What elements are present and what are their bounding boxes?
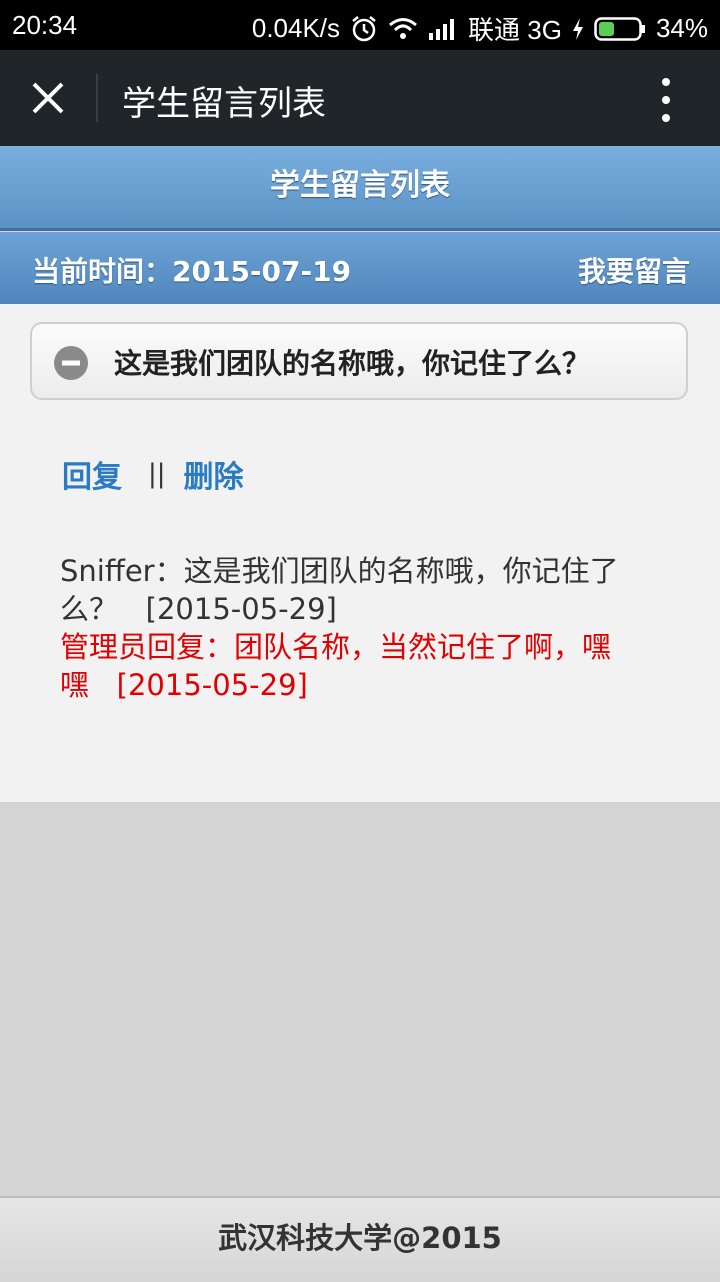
titlebar-divider — [96, 74, 98, 122]
alarm-icon — [350, 15, 378, 43]
signal-icon — [428, 17, 458, 41]
admin-reply-label: 管理员回复 — [60, 630, 206, 664]
browser-titlebar: 学生留言列表 — [0, 50, 720, 146]
admin-reply: 管理员回复：团队名称，当然记住了啊，嘿嘿 [2015-05-29] — [60, 628, 650, 704]
charging-icon — [572, 17, 584, 41]
status-bar: 20:34 0.04K/s 联通 3G 34% — [0, 0, 720, 50]
battery-percent: 34% — [655, 13, 708, 43]
browser-title: 学生留言列表 — [122, 84, 326, 124]
carrier: 联通 3G — [468, 15, 562, 45]
message-author: Sniffer — [60, 554, 155, 588]
message-collapsible-header[interactable]: 这是我们团队的名称哦，你记住了么？ — [30, 322, 688, 400]
status-right: 0.04K/s 联通 3G 34% — [252, 10, 708, 47]
message-heading: 这是我们团队的名称哦，你记住了么？ — [114, 347, 591, 380]
message-content: 这是我们团队的名称哦，你记住了么？ 回复 || 删除 Sniffer：这是我们团… — [0, 304, 720, 802]
battery-icon — [594, 16, 646, 42]
action-separator: || — [148, 459, 166, 489]
network-speed: 0.04K/s — [251, 13, 341, 43]
current-date: 当前时间：2015-07-19 — [32, 255, 352, 288]
message-body: Sniffer：这是我们团队的名称哦，你记住了么？ [2015-05-29] 管… — [60, 552, 650, 704]
wifi-icon — [388, 17, 418, 41]
message-date: [2015-05-29] — [145, 592, 337, 626]
close-icon[interactable] — [28, 78, 68, 118]
status-time: 20:34 — [12, 10, 78, 40]
info-bar: 当前时间：2015-07-19 我要留言 — [0, 232, 720, 304]
page-title: 学生留言列表 — [0, 146, 720, 231]
footer: 武汉科技大学@2015 — [0, 1196, 720, 1282]
admin-reply-date: [2015-05-29] — [116, 668, 308, 702]
delete-link[interactable]: 删除 — [184, 452, 244, 496]
reply-link[interactable]: 回复 — [62, 452, 122, 496]
more-vertical-icon[interactable] — [656, 74, 676, 126]
leave-message-button[interactable]: 我要留言 — [578, 250, 690, 290]
student-message: Sniffer：这是我们团队的名称哦，你记住了么？ [2015-05-29] — [60, 552, 650, 628]
collapse-icon — [54, 346, 88, 380]
message-actions: 回复 || 删除 — [62, 452, 244, 496]
